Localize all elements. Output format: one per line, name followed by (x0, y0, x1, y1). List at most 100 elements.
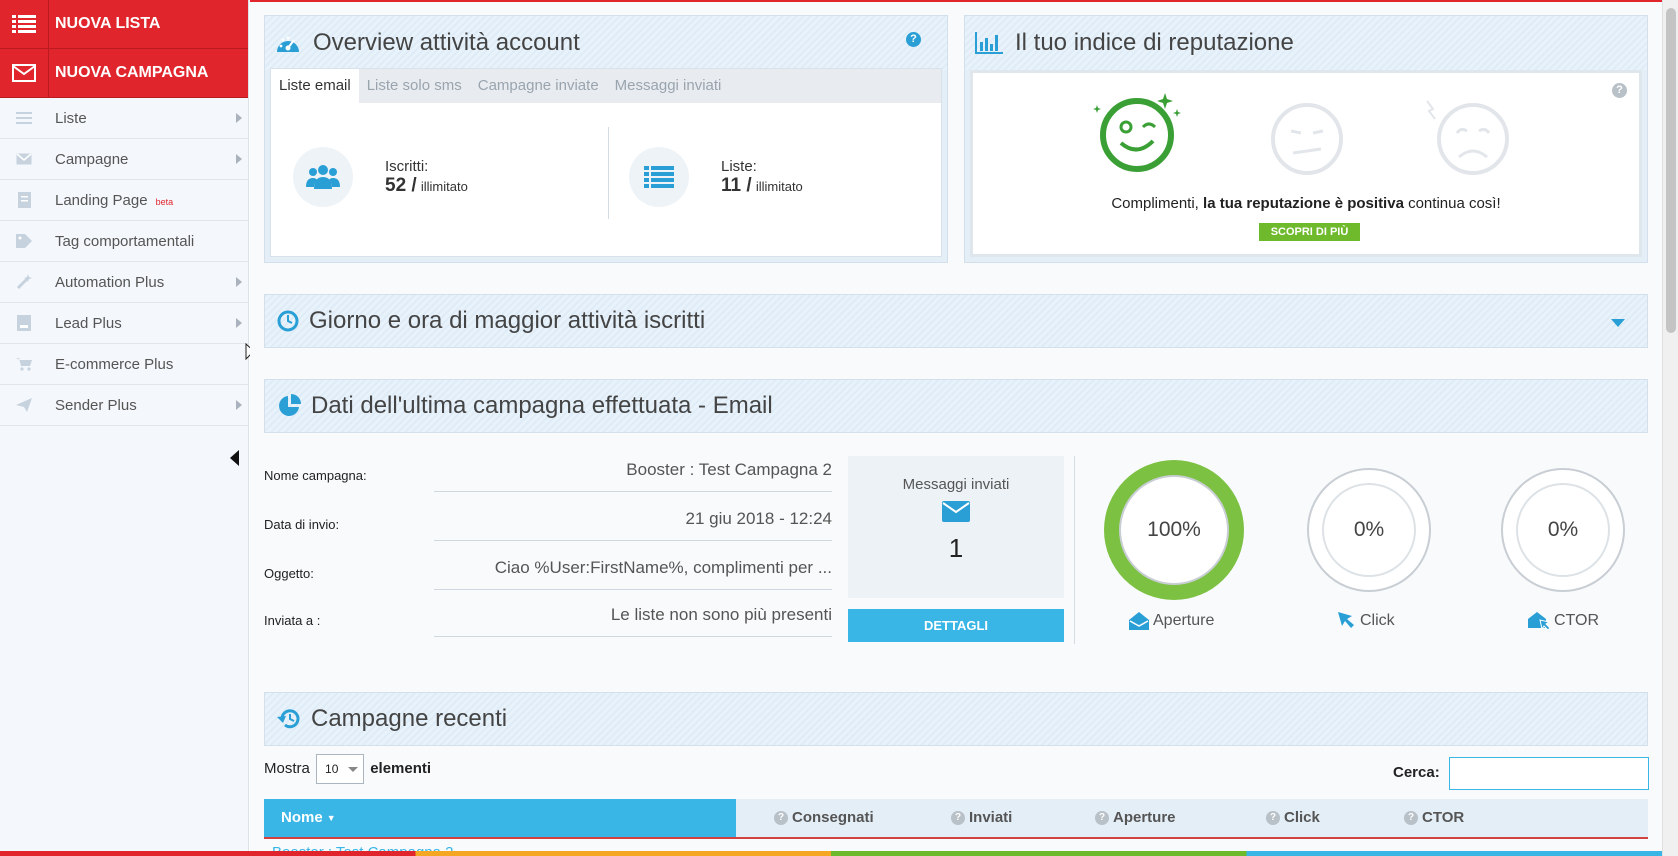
overview-tabs: Liste email Liste solo sms Campagne invi… (271, 69, 941, 103)
beta-badge: beta (155, 197, 174, 207)
click-label: Click (1360, 612, 1395, 629)
tab-campagne-inviate[interactable]: Campagne inviate (470, 69, 607, 103)
page-length-select[interactable]: 10 (316, 754, 365, 784)
activity-title: Giorno e ora di maggior attività iscritt… (309, 307, 706, 334)
envelope-click-icon (1528, 612, 1550, 630)
sidebar-item-liste[interactable]: Liste (0, 98, 248, 139)
opens-label: Aperture (1153, 612, 1215, 629)
field-label: Oggetto: (264, 566, 314, 581)
chevron-right-icon (236, 318, 242, 328)
click-ring: 0% (1307, 468, 1431, 592)
tab-liste-email[interactable]: Liste email (271, 69, 359, 103)
reputation-message-bold: la tua reputazione è positiva (1203, 195, 1404, 212)
tab-liste-solo-sms[interactable]: Liste solo sms (359, 69, 470, 103)
column-label: CTOR (1422, 809, 1465, 826)
messages-sent-label: Messaggi inviati (902, 476, 1010, 493)
column-header-inviati[interactable]: ? Inviati (951, 799, 1012, 837)
cart-icon (0, 357, 48, 371)
sidebar-item-label: Sender Plus (55, 396, 137, 414)
overview-panel: Overview attività account ? Liste email … (264, 15, 948, 263)
field-sent-to: Inviata a : Le liste non sono più presen… (264, 601, 832, 637)
help-icon: ? (1404, 811, 1418, 825)
subscribers-stat: Iscritti: 52 / illimitato (293, 147, 468, 207)
footer-color-strip (0, 851, 1662, 856)
click-label-group: Click (1338, 612, 1395, 630)
help-icon: ? (1266, 811, 1280, 825)
envelope-icon (0, 49, 49, 97)
chevron-down-icon[interactable] (1611, 319, 1625, 327)
tab-messaggi-inviati[interactable]: Messaggi inviati (607, 69, 730, 103)
sidebar: NUOVA LISTA NUOVA CAMPAGNA Liste Campagn… (0, 0, 249, 856)
page-length-value: 10 (325, 762, 339, 776)
sidebar-item-ecommerce[interactable]: E-commerce Plus (0, 344, 248, 385)
sidebar-item-campagne[interactable]: Campagne (0, 139, 248, 180)
help-icon: ? (951, 811, 965, 825)
lists-limit: illimitato (755, 178, 803, 194)
subscribers-label: Iscritti: (385, 157, 429, 175)
chevron-right-icon (236, 400, 242, 410)
clock-icon (277, 310, 299, 332)
sidebar-item-label: Campagne (55, 150, 129, 168)
reputation-help-icon[interactable]: ? (1612, 83, 1627, 98)
ctor-ring-value: 0% (1516, 483, 1610, 577)
recent-table-header: Nome ▼ ? Consegnati ? Inviati ? Aperture ? Cl… (264, 799, 1648, 839)
overview-help-icon[interactable]: ? (906, 32, 921, 47)
ctor-label: CTOR (1554, 612, 1600, 629)
sidebar-item-automation[interactable]: Automation Plus (0, 262, 248, 303)
lists-text: Liste: 11 / illimitato (721, 158, 803, 197)
new-campaign-button[interactable]: NUOVA CAMPAGNA (0, 49, 248, 98)
envelope-open-icon (1129, 612, 1149, 630)
sidebar-item-lead-plus[interactable]: Lead Plus (0, 303, 248, 344)
sidebar-item-label: Landing Page (55, 191, 148, 209)
field-subject: Oggetto: Ciao %User:FirstName%, complime… (264, 554, 832, 590)
form-icon (0, 315, 48, 331)
collapse-sidebar-icon[interactable] (230, 450, 239, 466)
sidebar-item-tag[interactable]: Tag comportamentali (0, 221, 248, 262)
details-button[interactable]: DETTAGLI (848, 609, 1064, 642)
overview-divider (608, 127, 609, 219)
reputation-message-prefix: Complimenti, (1111, 195, 1204, 212)
subscribers-limit: illimitato (420, 178, 468, 194)
column-header-nome[interactable]: Nome ▼ (264, 799, 736, 837)
activity-header[interactable]: Giorno e ora di maggior attività iscritt… (264, 294, 1648, 348)
column-label: Inviati (969, 809, 1013, 826)
list-icon (629, 147, 689, 207)
page-length-control: Mostra 10 elementi (264, 754, 431, 784)
click-ring-value: 0% (1322, 483, 1416, 577)
reputation-header: Il tuo indice di reputazione (965, 16, 1647, 70)
history-icon (277, 708, 301, 730)
pie-chart-icon (277, 394, 301, 418)
sidebar-item-landing-page[interactable]: Landing Page beta (0, 180, 248, 221)
help-icon: ? (774, 811, 788, 825)
envelope-icon (0, 153, 48, 165)
click-ring-outer: 0% (1307, 468, 1431, 592)
chevron-right-icon (236, 154, 242, 164)
overview-header: Overview attività account (265, 16, 947, 70)
lists-value: 11 / (721, 174, 752, 196)
new-list-button[interactable]: NUOVA LISTA (0, 0, 248, 49)
list-icon (0, 0, 49, 48)
last-campaign-title: Dati dell'ultima campagna effettuata - E… (311, 392, 773, 419)
stats-divider (1074, 456, 1075, 644)
column-header-consegnati[interactable]: ? Consegnati (774, 799, 874, 837)
column-header-click[interactable]: ? Click (1266, 799, 1320, 837)
field-value: 21 giu 2018 - 12:24 (434, 505, 832, 541)
subscribers-text: Iscritti: 52 / illimitato (385, 158, 468, 197)
vertical-scrollbar[interactable] (1662, 0, 1678, 856)
tag-icon (0, 234, 48, 248)
dashboard-icon (275, 32, 301, 54)
sidebar-item-sender-plus[interactable]: Sender Plus (0, 385, 248, 426)
discover-more-button[interactable]: SCOPRI DI PIÙ (1259, 223, 1360, 241)
envelope-icon (942, 501, 970, 522)
overview-title: Overview attività account (313, 29, 580, 56)
column-header-ctor[interactable]: ? CTOR (1404, 799, 1464, 837)
scrollbar-thumb[interactable] (1666, 8, 1676, 333)
lists-label: Liste: (721, 157, 757, 175)
new-campaign-label: NUOVA CAMPAGNA (55, 64, 209, 81)
sort-down-icon: ▼ (326, 813, 336, 823)
search-input[interactable] (1449, 757, 1649, 790)
bar-chart-icon (975, 32, 1003, 54)
chevron-right-icon (236, 113, 242, 123)
ctor-ring: 0% (1501, 468, 1625, 592)
column-header-aperture[interactable]: ? Aperture (1095, 799, 1176, 837)
